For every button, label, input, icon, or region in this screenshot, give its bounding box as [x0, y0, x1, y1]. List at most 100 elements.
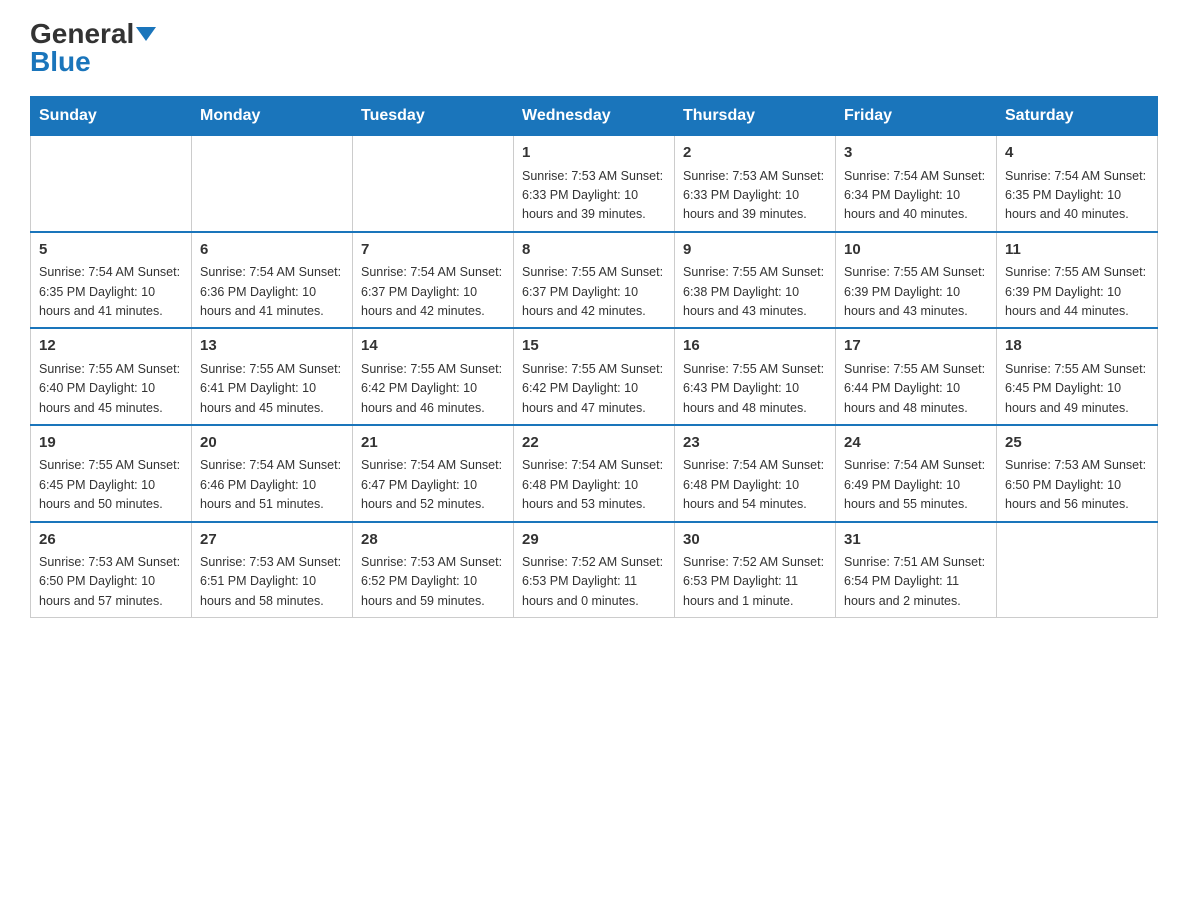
day-info: Sunrise: 7:53 AM Sunset: 6:50 PM Dayligh…: [1005, 456, 1149, 514]
day-info: Sunrise: 7:54 AM Sunset: 6:46 PM Dayligh…: [200, 456, 344, 514]
day-number: 6: [200, 239, 344, 262]
day-number: 2: [683, 142, 827, 165]
calendar-cell: 16Sunrise: 7:55 AM Sunset: 6:43 PM Dayli…: [675, 328, 836, 425]
week-row-4: 19Sunrise: 7:55 AM Sunset: 6:45 PM Dayli…: [31, 425, 1158, 522]
day-number: 24: [844, 432, 988, 455]
day-info: Sunrise: 7:55 AM Sunset: 6:42 PM Dayligh…: [361, 360, 505, 418]
calendar-cell: 6Sunrise: 7:54 AM Sunset: 6:36 PM Daylig…: [192, 232, 353, 329]
calendar-cell: 27Sunrise: 7:53 AM Sunset: 6:51 PM Dayli…: [192, 522, 353, 618]
day-number: 26: [39, 529, 183, 552]
calendar-cell: 1Sunrise: 7:53 AM Sunset: 6:33 PM Daylig…: [514, 136, 675, 232]
calendar-cell: 30Sunrise: 7:52 AM Sunset: 6:53 PM Dayli…: [675, 522, 836, 618]
calendar-cell: 19Sunrise: 7:55 AM Sunset: 6:45 PM Dayli…: [31, 425, 192, 522]
calendar-table: SundayMondayTuesdayWednesdayThursdayFrid…: [30, 96, 1158, 618]
calendar-cell: 22Sunrise: 7:54 AM Sunset: 6:48 PM Dayli…: [514, 425, 675, 522]
page-header: General Blue: [30, 20, 1158, 76]
day-info: Sunrise: 7:53 AM Sunset: 6:50 PM Dayligh…: [39, 553, 183, 611]
header-cell-thursday: Thursday: [675, 97, 836, 136]
calendar-cell: [31, 136, 192, 232]
day-number: 17: [844, 335, 988, 358]
day-number: 19: [39, 432, 183, 455]
calendar-cell: 20Sunrise: 7:54 AM Sunset: 6:46 PM Dayli…: [192, 425, 353, 522]
day-number: 20: [200, 432, 344, 455]
calendar-cell: 8Sunrise: 7:55 AM Sunset: 6:37 PM Daylig…: [514, 232, 675, 329]
day-number: 4: [1005, 142, 1149, 165]
calendar-cell: 21Sunrise: 7:54 AM Sunset: 6:47 PM Dayli…: [353, 425, 514, 522]
day-info: Sunrise: 7:55 AM Sunset: 6:45 PM Dayligh…: [1005, 360, 1149, 418]
calendar-cell: 25Sunrise: 7:53 AM Sunset: 6:50 PM Dayli…: [997, 425, 1158, 522]
day-number: 25: [1005, 432, 1149, 455]
calendar-cell: 28Sunrise: 7:53 AM Sunset: 6:52 PM Dayli…: [353, 522, 514, 618]
day-number: 12: [39, 335, 183, 358]
day-number: 5: [39, 239, 183, 262]
calendar-cell: 29Sunrise: 7:52 AM Sunset: 6:53 PM Dayli…: [514, 522, 675, 618]
day-number: 11: [1005, 239, 1149, 262]
day-info: Sunrise: 7:53 AM Sunset: 6:33 PM Dayligh…: [522, 167, 666, 225]
day-info: Sunrise: 7:55 AM Sunset: 6:38 PM Dayligh…: [683, 263, 827, 321]
day-info: Sunrise: 7:54 AM Sunset: 6:34 PM Dayligh…: [844, 167, 988, 225]
day-info: Sunrise: 7:55 AM Sunset: 6:44 PM Dayligh…: [844, 360, 988, 418]
day-info: Sunrise: 7:55 AM Sunset: 6:45 PM Dayligh…: [39, 456, 183, 514]
header-cell-saturday: Saturday: [997, 97, 1158, 136]
calendar-cell: 9Sunrise: 7:55 AM Sunset: 6:38 PM Daylig…: [675, 232, 836, 329]
day-number: 3: [844, 142, 988, 165]
calendar-cell: 24Sunrise: 7:54 AM Sunset: 6:49 PM Dayli…: [836, 425, 997, 522]
logo-triangle-icon: [136, 27, 156, 41]
day-info: Sunrise: 7:54 AM Sunset: 6:36 PM Dayligh…: [200, 263, 344, 321]
day-number: 18: [1005, 335, 1149, 358]
header-cell-tuesday: Tuesday: [353, 97, 514, 136]
day-number: 1: [522, 142, 666, 165]
day-info: Sunrise: 7:52 AM Sunset: 6:53 PM Dayligh…: [522, 553, 666, 611]
week-row-5: 26Sunrise: 7:53 AM Sunset: 6:50 PM Dayli…: [31, 522, 1158, 618]
day-number: 8: [522, 239, 666, 262]
day-info: Sunrise: 7:55 AM Sunset: 6:37 PM Dayligh…: [522, 263, 666, 321]
day-number: 23: [683, 432, 827, 455]
day-info: Sunrise: 7:55 AM Sunset: 6:40 PM Dayligh…: [39, 360, 183, 418]
calendar-cell: 17Sunrise: 7:55 AM Sunset: 6:44 PM Dayli…: [836, 328, 997, 425]
day-info: Sunrise: 7:55 AM Sunset: 6:39 PM Dayligh…: [1005, 263, 1149, 321]
day-number: 28: [361, 529, 505, 552]
calendar-cell: 3Sunrise: 7:54 AM Sunset: 6:34 PM Daylig…: [836, 136, 997, 232]
calendar-cell: 12Sunrise: 7:55 AM Sunset: 6:40 PM Dayli…: [31, 328, 192, 425]
day-number: 21: [361, 432, 505, 455]
day-info: Sunrise: 7:52 AM Sunset: 6:53 PM Dayligh…: [683, 553, 827, 611]
day-number: 15: [522, 335, 666, 358]
day-info: Sunrise: 7:54 AM Sunset: 6:37 PM Dayligh…: [361, 263, 505, 321]
calendar-cell: [353, 136, 514, 232]
week-row-3: 12Sunrise: 7:55 AM Sunset: 6:40 PM Dayli…: [31, 328, 1158, 425]
calendar-cell: 23Sunrise: 7:54 AM Sunset: 6:48 PM Dayli…: [675, 425, 836, 522]
day-info: Sunrise: 7:53 AM Sunset: 6:33 PM Dayligh…: [683, 167, 827, 225]
week-row-2: 5Sunrise: 7:54 AM Sunset: 6:35 PM Daylig…: [31, 232, 1158, 329]
day-info: Sunrise: 7:54 AM Sunset: 6:35 PM Dayligh…: [39, 263, 183, 321]
calendar-cell: 26Sunrise: 7:53 AM Sunset: 6:50 PM Dayli…: [31, 522, 192, 618]
day-info: Sunrise: 7:53 AM Sunset: 6:51 PM Dayligh…: [200, 553, 344, 611]
day-info: Sunrise: 7:54 AM Sunset: 6:48 PM Dayligh…: [522, 456, 666, 514]
calendar-cell: 15Sunrise: 7:55 AM Sunset: 6:42 PM Dayli…: [514, 328, 675, 425]
header-cell-wednesday: Wednesday: [514, 97, 675, 136]
week-row-1: 1Sunrise: 7:53 AM Sunset: 6:33 PM Daylig…: [31, 136, 1158, 232]
day-number: 13: [200, 335, 344, 358]
calendar-cell: 4Sunrise: 7:54 AM Sunset: 6:35 PM Daylig…: [997, 136, 1158, 232]
calendar-body: 1Sunrise: 7:53 AM Sunset: 6:33 PM Daylig…: [31, 136, 1158, 618]
calendar-cell: [997, 522, 1158, 618]
day-number: 27: [200, 529, 344, 552]
calendar-cell: 10Sunrise: 7:55 AM Sunset: 6:39 PM Dayli…: [836, 232, 997, 329]
day-info: Sunrise: 7:54 AM Sunset: 6:49 PM Dayligh…: [844, 456, 988, 514]
calendar-cell: [192, 136, 353, 232]
day-number: 29: [522, 529, 666, 552]
calendar-header: SundayMondayTuesdayWednesdayThursdayFrid…: [31, 97, 1158, 136]
calendar-cell: 14Sunrise: 7:55 AM Sunset: 6:42 PM Dayli…: [353, 328, 514, 425]
day-info: Sunrise: 7:54 AM Sunset: 6:47 PM Dayligh…: [361, 456, 505, 514]
header-cell-friday: Friday: [836, 97, 997, 136]
day-info: Sunrise: 7:55 AM Sunset: 6:39 PM Dayligh…: [844, 263, 988, 321]
logo-general-text: General: [30, 20, 134, 48]
calendar-cell: 13Sunrise: 7:55 AM Sunset: 6:41 PM Dayli…: [192, 328, 353, 425]
day-number: 14: [361, 335, 505, 358]
calendar-cell: 2Sunrise: 7:53 AM Sunset: 6:33 PM Daylig…: [675, 136, 836, 232]
day-number: 22: [522, 432, 666, 455]
day-number: 30: [683, 529, 827, 552]
day-info: Sunrise: 7:53 AM Sunset: 6:52 PM Dayligh…: [361, 553, 505, 611]
logo-blue-text: Blue: [30, 48, 91, 76]
day-info: Sunrise: 7:55 AM Sunset: 6:41 PM Dayligh…: [200, 360, 344, 418]
day-info: Sunrise: 7:55 AM Sunset: 6:43 PM Dayligh…: [683, 360, 827, 418]
